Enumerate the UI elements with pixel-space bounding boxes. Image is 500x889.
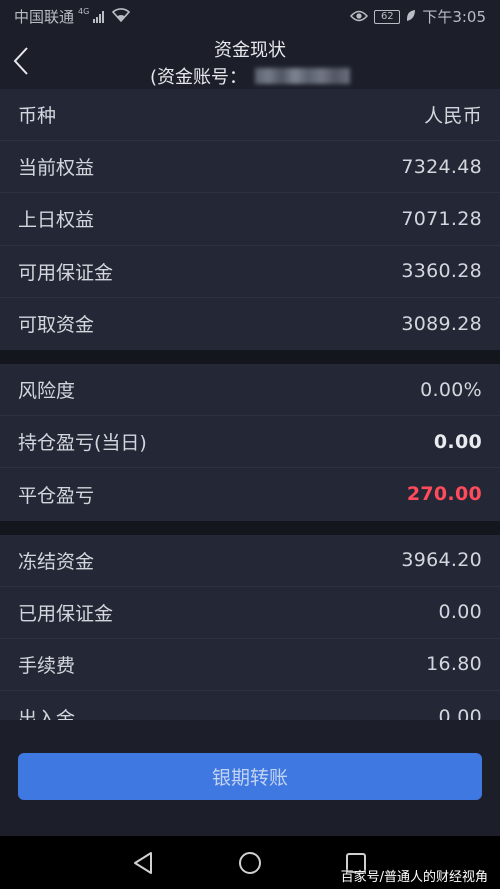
fund-row: 冻结资金 3964.20 (0, 535, 500, 587)
wifi-icon (112, 7, 131, 26)
fund-row-value: 3964.20 (401, 549, 482, 572)
fund-group: 冻结资金 3964.20 已用保证金 0.00 手续费 16.80 出入金 0.00 (0, 534, 500, 720)
fund-row: 手续费 16.80 (0, 639, 500, 692)
bank-futures-transfer-button[interactable]: 银期转账 (18, 753, 482, 800)
fund-row-value: 7324.48 (401, 155, 482, 178)
back-triangle-icon[interactable] (129, 849, 157, 877)
fund-row: 可用保证金 3360.28 (0, 246, 500, 298)
fund-row-label: 可取资金 (18, 314, 95, 337)
account-subtitle: (资金账号： (150, 63, 351, 89)
fund-row: 出入金 0.00 (0, 691, 500, 720)
leaf-icon (406, 8, 416, 26)
status-bar: 中国联通 4G 62 下午3:05 (0, 0, 500, 33)
signal-icon (93, 10, 105, 23)
fund-row: 币种 人民币 (0, 89, 500, 142)
watermark: 百家号/普通人的财经视角 (340, 870, 488, 885)
fund-row-label: 冻结资金 (18, 550, 95, 573)
fund-group: 风险度 0.00% 持仓盈亏(当日) 0.00 平仓盈亏 270.00 (0, 363, 500, 521)
status-left: 中国联通 4G (14, 6, 131, 27)
fund-row-label: 币种 (18, 105, 57, 128)
network-type: 4G (78, 7, 90, 16)
fund-row-value: 270.00 (406, 483, 482, 506)
fund-status-list[interactable]: 币种 人民币 当前权益 7324.48 上日权益 7071.28 可用保证金 3360.28 可… (0, 89, 500, 720)
fund-row: 已用保证金 0.00 (0, 587, 500, 639)
fund-row-value: 3089.28 (401, 312, 482, 335)
status-right: 62 下午3:05 (350, 6, 486, 27)
battery-icon: 62 (374, 9, 401, 24)
fund-row: 持仓盈亏(当日) 0.00 (0, 416, 500, 469)
fund-row-value: 0.00 (438, 706, 482, 720)
fund-row-label: 出入金 (18, 707, 76, 720)
fund-row-value: 16.80 (426, 653, 482, 676)
fund-row-value: 0.00 (438, 601, 482, 624)
fund-group: 币种 人民币 当前权益 7324.48 上日权益 7071.28 可用保证金 3360.28 可… (0, 89, 500, 350)
fund-row-label: 当前权益 (18, 157, 95, 180)
action-area: 银期转账 (0, 720, 500, 836)
fund-row-label: 可用保证金 (18, 261, 114, 284)
fund-row: 当前权益 7324.48 (0, 141, 500, 194)
carrier-label: 中国联通 (14, 8, 75, 26)
fund-row-label: 手续费 (18, 654, 76, 677)
fund-row-label: 持仓盈亏(当日) (18, 432, 147, 455)
fund-row: 风险度 0.00% (0, 364, 500, 417)
fund-row: 平仓盈亏 270.00 (0, 468, 500, 520)
masked-account-number (255, 68, 351, 84)
fund-row: 上日权益 7071.28 (0, 193, 500, 246)
fund-row-label: 平仓盈亏 (18, 484, 95, 507)
clock: 下午3:05 (422, 8, 486, 26)
fund-row-value: 3360.28 (401, 260, 482, 283)
fund-row-label: 已用保证金 (18, 602, 114, 625)
page-header: 资金现状 (资金账号： (0, 33, 500, 89)
fund-row-value: 0.00% (420, 378, 482, 401)
fund-row-label: 上日权益 (18, 209, 95, 232)
home-circle-icon[interactable] (236, 849, 264, 877)
system-nav-bar: 百家号/普通人的财经视角 (0, 836, 500, 889)
eye-icon (350, 8, 369, 26)
page-title: 资金现状 (214, 40, 286, 61)
group-divider (0, 349, 500, 364)
fund-row-value: 7071.28 (401, 207, 482, 230)
fund-row-value: 0.00 (433, 430, 482, 453)
screen: 中国联通 4G 62 下午3:05 资金现状 (资金账号： 币种 人民币 当前权… (0, 0, 500, 889)
fund-row-label: 风险度 (18, 380, 76, 403)
fund-row: 可取资金 3089.28 (0, 298, 500, 350)
fund-row-value: 人民币 (424, 105, 482, 128)
group-divider (0, 520, 500, 535)
account-label: (资金账号： (150, 67, 248, 88)
